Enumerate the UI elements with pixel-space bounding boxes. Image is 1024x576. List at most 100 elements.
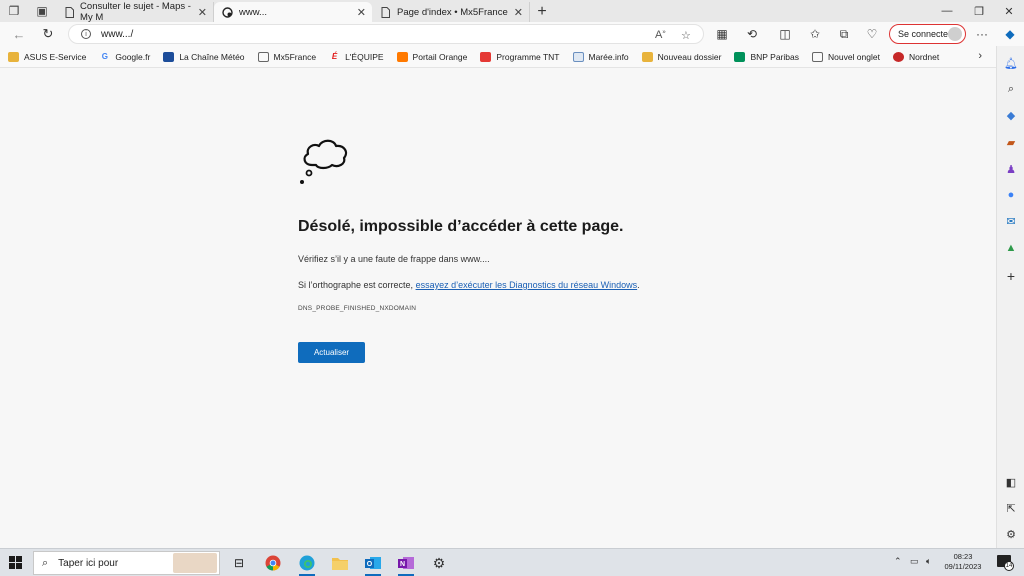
close-tab-icon[interactable]: ✕ xyxy=(198,6,207,19)
new-tab-button[interactable]: + xyxy=(530,2,554,22)
orange-icon xyxy=(396,51,408,62)
copilot-icon[interactable]: ◆ xyxy=(1000,25,1020,43)
outlook-icon[interactable]: ✉ xyxy=(1004,214,1018,228)
onenote-icon[interactable]: N xyxy=(396,553,416,576)
tab-collections-icon[interactable]: ⧉ xyxy=(834,25,854,43)
lequipe-icon: É xyxy=(331,52,338,61)
close-tab-icon[interactable]: ✕ xyxy=(357,6,366,19)
bnp-icon xyxy=(734,51,746,62)
favorite-label: Nouveau dossier xyxy=(657,51,722,62)
favorite-label: Nouvel onglet xyxy=(827,51,880,62)
browser-essentials-icon[interactable]: ♡ xyxy=(862,25,882,43)
refresh-button[interactable]: ↻ xyxy=(37,24,59,44)
favorite-item[interactable]: Marée.info xyxy=(572,51,629,62)
clock-date: 09/11/2023 xyxy=(944,562,982,571)
sign-in-button[interactable]: Se connecter xyxy=(889,24,966,44)
favorite-item[interactable]: Nouveau dossier xyxy=(641,51,722,62)
split-screen-icon[interactable]: ◫ xyxy=(775,25,795,43)
windows-start-icon[interactable] xyxy=(9,556,22,569)
tab-current[interactable]: www... ✕ xyxy=(214,2,372,22)
diagnostics-suffix: . xyxy=(637,280,640,290)
google-icon: G xyxy=(101,52,108,61)
edge-icon[interactable] xyxy=(297,553,317,576)
favorites-icon[interactable]: ✩ xyxy=(805,25,825,43)
taskbar-search[interactable]: ⌕ Taper ici pour xyxy=(33,551,220,575)
outlook-app-icon[interactable]: O xyxy=(363,553,383,576)
more-menu-icon[interactable]: ··· xyxy=(972,25,992,43)
favorite-label: Google.fr xyxy=(115,51,151,62)
favorite-item[interactable]: G Google.fr xyxy=(99,51,151,62)
error-container: Désolé, impossible d’accéder à cette pag… xyxy=(298,135,718,363)
settings-gear-icon[interactable]: ⚙ xyxy=(429,553,449,573)
address-bar[interactable]: i www.../ A» ☆ xyxy=(68,24,704,44)
collections-icon[interactable]: ▦ xyxy=(712,25,732,43)
favorite-label: Marée.info xyxy=(588,51,629,62)
error-page-icon xyxy=(222,6,233,18)
back-button[interactable]: ← xyxy=(8,24,30,44)
task-view-icon[interactable]: ⊟ xyxy=(229,553,249,573)
error-title: Désolé, impossible d’accéder à cette pag… xyxy=(298,218,624,235)
chrome-icon[interactable] xyxy=(263,553,283,573)
favorite-item[interactable]: É L'ÉQUIPE xyxy=(329,52,384,62)
tools-icon[interactable]: ▰ xyxy=(1004,135,1018,149)
tag-icon[interactable]: ◆ xyxy=(1004,108,1018,122)
games-icon[interactable]: ♟ xyxy=(1004,162,1018,176)
add-icon[interactable]: + xyxy=(1004,268,1018,284)
favorite-item[interactable]: ASUS E-Service xyxy=(8,51,87,62)
chevron-up-icon[interactable]: ⌃ xyxy=(894,556,902,567)
office-icon[interactable]: ● xyxy=(1004,188,1018,202)
sign-in-label: Se connecter xyxy=(898,29,952,39)
network-icon[interactable]: ▭ xyxy=(910,556,919,567)
favorite-item[interactable]: Programme TNT xyxy=(480,51,560,62)
page-icon xyxy=(257,51,269,62)
favorite-item[interactable]: La Chaîne Météo xyxy=(163,51,245,62)
favorite-item[interactable]: Nouvel onglet xyxy=(811,51,880,62)
bell-icon[interactable]: 🔔︎ xyxy=(1004,56,1018,70)
tab-maps[interactable]: Consulter le sujet - Maps - My M ✕ xyxy=(56,1,214,23)
thought-cloud-icon xyxy=(300,139,348,184)
search-icon[interactable]: ⌕ xyxy=(1004,82,1018,96)
file-explorer-icon[interactable] xyxy=(330,553,350,573)
reload-button[interactable]: Actualiser xyxy=(298,342,365,363)
tab-title: www... xyxy=(239,6,267,18)
network-diagnostics-link[interactable]: essayez d’exécuter les Diagnostics du ré… xyxy=(416,280,638,290)
read-aloud-icon[interactable]: A» xyxy=(655,29,666,41)
svg-text:N: N xyxy=(400,561,405,568)
workspaces-icon[interactable]: ❐ xyxy=(0,0,28,22)
restore-button[interactable]: ❐ xyxy=(962,0,996,22)
tab-actions-icon[interactable]: ▣ xyxy=(28,0,56,22)
favorite-item[interactable]: Portail Orange xyxy=(396,51,467,62)
info-icon[interactable]: i xyxy=(81,29,91,39)
nordnet-icon xyxy=(892,51,904,62)
page-content: Désolé, impossible d’accéder à cette pag… xyxy=(0,69,996,548)
tab-bar: ❐ ▣ Consulter le sujet - Maps - My M ✕ w… xyxy=(0,0,1024,23)
close-window-button[interactable]: ✕ xyxy=(992,0,1024,22)
chevron-right-icon[interactable]: › xyxy=(978,50,982,62)
external-link-icon[interactable]: ⇱ xyxy=(1004,501,1018,515)
volume-icon[interactable]: 🔈︎ xyxy=(926,556,931,567)
favorite-item[interactable]: Nordnet xyxy=(892,51,939,62)
address-url[interactable]: www.../ xyxy=(101,29,133,40)
favorite-label: Mx5France xyxy=(273,51,317,62)
favorite-item[interactable]: BNP Paribas xyxy=(734,51,799,62)
sidebar-toggle-icon[interactable]: ◧ xyxy=(1004,475,1018,489)
page-icon xyxy=(811,51,823,62)
favorite-item[interactable]: Mx5France xyxy=(257,51,317,62)
search-icon: ⌕ xyxy=(42,556,49,569)
gear-icon[interactable]: ⚙ xyxy=(1004,527,1018,541)
extensions-icon[interactable]: ⟲ xyxy=(742,25,762,43)
tab-mx5france[interactable]: Page d'index • Mx5France ✕ xyxy=(372,2,530,22)
favorite-label: ASUS E-Service xyxy=(24,51,87,62)
folder-icon xyxy=(641,51,653,62)
edge-sidebar: 🔔︎ ⌕ ◆ ▰ ♟ ● ✉ ▲ + ◧ ⇱ ⚙ xyxy=(996,46,1024,548)
favorite-label: Programme TNT xyxy=(496,51,560,62)
error-typo-hint: Vérifiez s’il y a une faute de frappe da… xyxy=(298,254,490,264)
tab-title: Consulter le sujet - Maps - My M xyxy=(80,1,191,23)
favorite-label: La Chaîne Météo xyxy=(179,51,245,62)
page-icon xyxy=(380,6,391,18)
favorite-star-icon[interactable]: ☆ xyxy=(681,29,691,42)
drop-icon[interactable]: ▲ xyxy=(1004,241,1018,255)
close-tab-icon[interactable]: ✕ xyxy=(514,6,523,19)
system-clock[interactable]: 08:23 09/11/2023 xyxy=(940,552,986,572)
minimize-button[interactable]: — xyxy=(930,0,964,22)
